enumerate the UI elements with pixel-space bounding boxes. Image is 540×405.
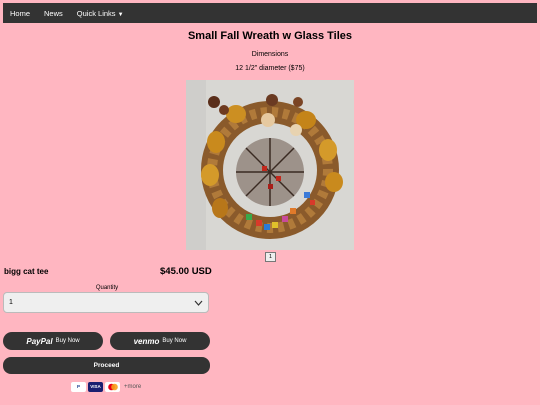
image-page-indicator[interactable]: 1 — [265, 252, 276, 262]
chevron-down-icon — [194, 300, 203, 306]
dimensions-value: 12 1/2" diameter ($75) — [235, 65, 305, 72]
paypal-logo: PayPal — [26, 336, 53, 346]
venmo-logo: venmo — [133, 336, 160, 346]
paypal-buy-now-button[interactable]: PayPal Buy Now — [3, 332, 103, 350]
product-image[interactable] — [186, 80, 354, 250]
venmo-buy-now-button[interactable]: venmo Buy Now — [110, 332, 210, 350]
quantity-value: 1 — [9, 299, 13, 306]
quantity-select[interactable]: 1 — [3, 292, 209, 313]
nav-home-link[interactable]: Home — [10, 9, 30, 18]
product-name: bigg cat tee — [4, 267, 49, 276]
caret-down-icon: ▼ — [117, 11, 124, 18]
quantity-label: Quantity — [95, 285, 119, 291]
wreath-picture — [186, 80, 354, 250]
proceed-button[interactable]: Proceed — [3, 357, 210, 374]
quick-links-label: Quick Links — [76, 8, 116, 18]
visa-card-icon: VISA — [88, 381, 103, 392]
nav-news-link[interactable]: News — [44, 9, 63, 18]
paypal-card-icon: P — [71, 381, 86, 392]
paypal-buy-now-label: Buy Now — [55, 338, 80, 344]
product-title: Small Fall Wreath w Glass Tiles — [187, 30, 353, 42]
mastercard-icon — [105, 381, 120, 392]
product-price: $45.00 USD — [160, 266, 212, 277]
top-navbar: Home News Quick Links ▼ — [3, 3, 537, 23]
venmo-buy-now-label: Buy Now — [162, 338, 187, 344]
payment-methods: P VISA +more — [71, 381, 141, 392]
nav-quick-links-dropdown[interactable]: Quick Links ▼ — [77, 9, 124, 18]
more-payment-methods: +more — [124, 383, 142, 390]
dimensions-label: Dimensions — [251, 51, 289, 58]
